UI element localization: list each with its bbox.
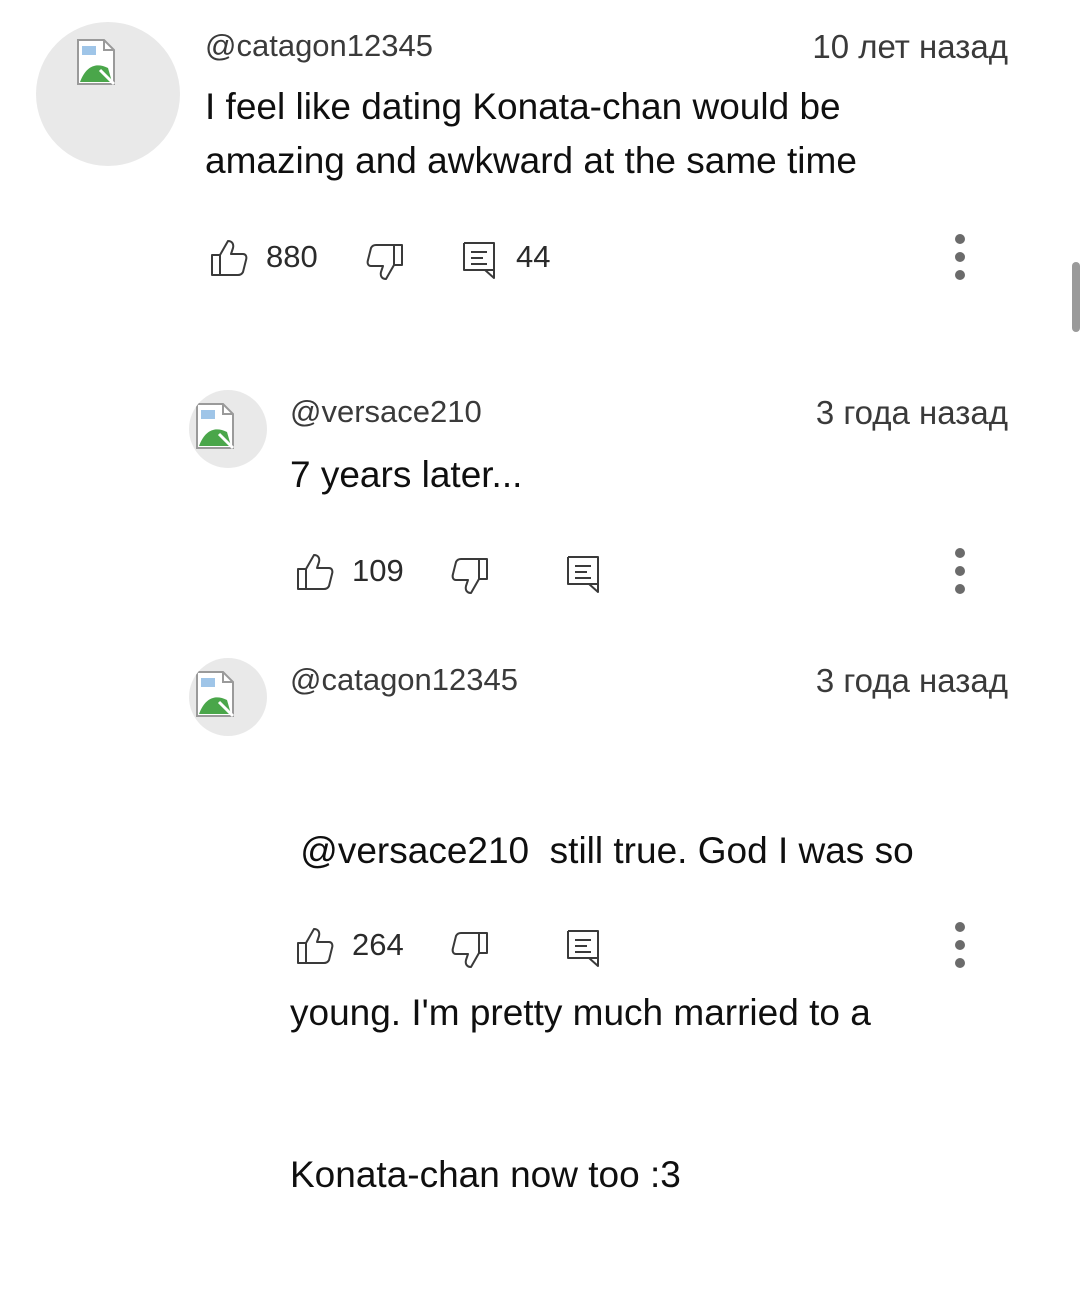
comment-text-line: @versace210 still true. God I was so xyxy=(290,830,914,871)
avatar[interactable] xyxy=(189,390,267,468)
avatar[interactable] xyxy=(189,658,267,736)
comment-author[interactable]: @catagon12345 xyxy=(205,28,433,64)
thumbs-up-icon[interactable] xyxy=(295,926,335,966)
comment-item: @catagon12345 10 лет назад I feel like d… xyxy=(0,0,1080,330)
like-count: 264 xyxy=(352,927,404,962)
comment-text: 7 years later... xyxy=(290,448,522,502)
reply-item: @catagon12345 3 года назад @versace210 s… xyxy=(0,650,1080,1195)
comment-text-line: young. I'm pretty much married to a xyxy=(290,992,871,1033)
like-count: 880 xyxy=(266,239,318,274)
comment-timestamp: 10 лет назад xyxy=(812,28,1008,65)
comment-actions: 109 xyxy=(0,548,1080,596)
comment-text-line: amazing and awkward at the same time xyxy=(205,140,857,181)
comment-text: @versace210 still true. God I was so you… xyxy=(290,716,914,1310)
comment-text-line: I feel like dating Konata-chan would be xyxy=(205,86,841,127)
reply-icon[interactable] xyxy=(565,554,601,594)
like-count: 109 xyxy=(352,553,404,588)
thumbs-down-icon[interactable] xyxy=(450,930,490,970)
thumbs-down-icon[interactable] xyxy=(450,556,490,596)
more-vertical-icon[interactable] xyxy=(948,920,972,980)
broken-image-icon xyxy=(196,403,235,450)
reply-item: @versace210 3 года назад 7 years later..… xyxy=(0,380,1080,640)
comment-author[interactable]: @catagon12345 xyxy=(290,662,518,698)
more-vertical-icon[interactable] xyxy=(948,232,972,292)
comment-text-line: Konata-chan now too :3 xyxy=(290,1154,681,1195)
thumbs-up-icon[interactable] xyxy=(209,238,249,278)
comment-actions: 264 xyxy=(0,922,1080,970)
comment-author[interactable]: @versace210 xyxy=(290,394,482,430)
comment-actions: 880 44 xyxy=(0,234,1080,282)
broken-image-icon xyxy=(77,39,116,86)
thumbs-down-icon[interactable] xyxy=(365,242,405,282)
thumbs-up-icon[interactable] xyxy=(295,552,335,592)
avatar[interactable] xyxy=(36,22,180,166)
comment-timestamp: 3 года назад xyxy=(815,394,1008,431)
reply-icon[interactable] xyxy=(461,240,497,280)
reply-icon[interactable] xyxy=(565,928,601,968)
comment-text-line: 7 years later... xyxy=(290,454,523,495)
comment-timestamp: 3 года назад xyxy=(815,662,1008,699)
reply-count: 44 xyxy=(516,239,551,274)
scrollbar[interactable] xyxy=(1072,262,1080,332)
broken-image-icon xyxy=(196,671,235,718)
more-vertical-icon[interactable] xyxy=(948,546,972,606)
comment-text: I feel like dating Konata-chan would be … xyxy=(205,80,857,188)
